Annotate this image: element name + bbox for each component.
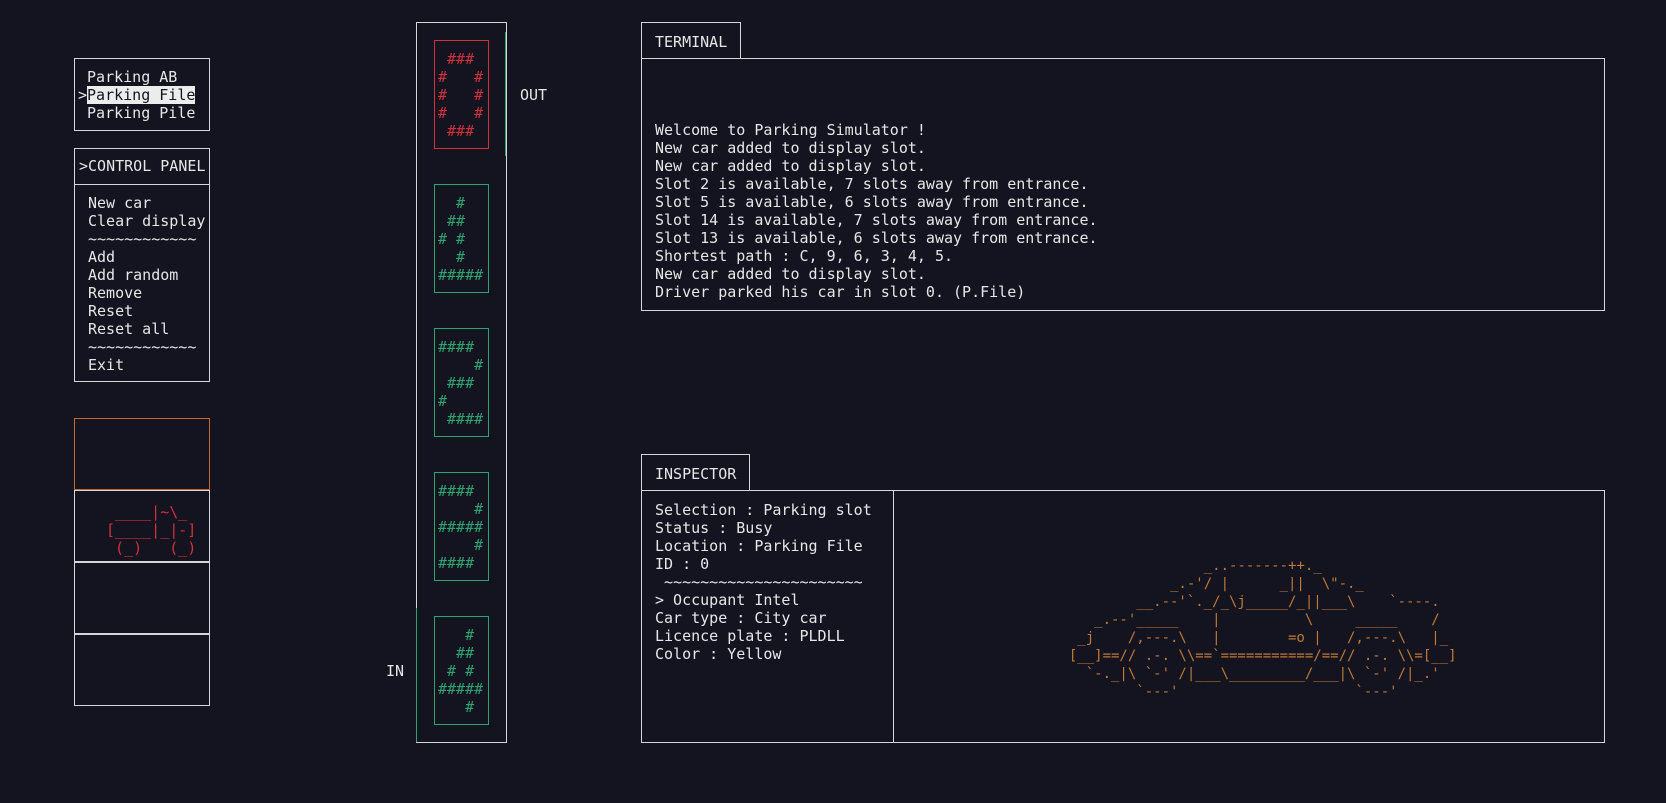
- entry-label: IN: [386, 662, 405, 680]
- inspector-line: Status : Busy: [655, 519, 773, 537]
- terminal-line: New car added to display slot.: [655, 265, 926, 283]
- terminal-line: Slot 5 is available, 6 slots away from e…: [655, 193, 1089, 211]
- inspector-line: Selection : Parking slot: [655, 501, 872, 519]
- new-car-button[interactable]: New car: [88, 194, 209, 212]
- inspector-line: Car type : City car: [655, 609, 827, 627]
- selection-marker: >: [78, 86, 88, 104]
- inspector-separator: ~~~~~~~~~~~~~~~~~~~~~~: [655, 573, 863, 591]
- reset-all-button[interactable]: Reset all: [88, 320, 209, 338]
- terminal-tab[interactable]: TERMINAL: [641, 22, 741, 59]
- inspector-tab[interactable]: INSPECTOR: [641, 454, 750, 491]
- slot-number: #### # ### # ####: [438, 338, 484, 428]
- display-slot[interactable]: [74, 634, 210, 706]
- exit-lane-marker: [505, 32, 506, 156]
- menu-separator: ~~~~~~~~~~~~: [88, 338, 197, 356]
- inspector-line: Location : Parking File: [655, 537, 863, 555]
- control-panel-title: >CONTROL PANEL: [75, 149, 209, 185]
- reset-button[interactable]: Reset: [88, 302, 209, 320]
- add-button[interactable]: Add: [88, 248, 209, 266]
- menu-item-parking-file[interactable]: >Parking File: [78, 86, 209, 104]
- parking-slot[interactable]: ### # # # # # # ###: [434, 40, 489, 149]
- parking-slot[interactable]: # ## # # # #####: [434, 184, 489, 293]
- terminal-line: Welcome to Parking Simulator !: [655, 121, 926, 139]
- terminal-line: New car added to display slot.: [655, 157, 926, 175]
- inspector-line: ID : 0: [655, 555, 710, 573]
- inspector-line: > Occupant Intel: [655, 591, 800, 609]
- menu-item-label: Parking Pile: [87, 104, 196, 122]
- exit-label: OUT: [520, 86, 548, 104]
- remove-button[interactable]: Remove: [88, 284, 209, 302]
- parking-slot[interactable]: # ## # # ##### #: [434, 616, 489, 725]
- inspector-details: Selection : Parking slot Status : Busy L…: [642, 491, 894, 742]
- terminal-output: Welcome to Parking Simulator ! New car a…: [641, 58, 1605, 311]
- display-slot[interactable]: ____|~\_ [____|_|-] (_) (_): [74, 490, 210, 562]
- menu-item-label: Parking File: [87, 86, 196, 104]
- slot-number: # ## # # ##### #: [438, 626, 484, 716]
- slot-number: # ## # # # #####: [438, 194, 484, 284]
- control-panel: >CONTROL PANEL New car Clear display ~~~…: [74, 148, 210, 382]
- inspector-line: Color : Yellow: [655, 645, 782, 663]
- terminal-line: New car added to display slot.: [655, 139, 926, 157]
- slot-number: ### # # # # # # ###: [438, 50, 484, 140]
- exit-button[interactable]: Exit: [88, 356, 209, 374]
- menu-separator: ~~~~~~~~~~~~: [88, 230, 197, 248]
- display-slot[interactable]: [74, 418, 210, 490]
- terminal-line: Slot 2 is available, 7 slots away from e…: [655, 175, 1089, 193]
- car-ascii-art: ____|~\_ [____|_|-] (_) (_): [106, 503, 197, 557]
- menu-item-label: Parking AB: [87, 68, 178, 86]
- car-ascii-art: _..-------++._ _.-'/ | _|| \"-._ __.--'`…: [1068, 558, 1457, 700]
- terminal-line: Driver parked his car in slot 0. (P.File…: [655, 283, 1026, 301]
- clear-display-button[interactable]: Clear display: [88, 212, 209, 230]
- add-random-button[interactable]: Add random: [88, 266, 209, 284]
- parking-slot[interactable]: #### # ### # ####: [434, 328, 489, 437]
- parking-menu: Parking AB >Parking File Parking Pile: [74, 58, 210, 131]
- inspector-panel: Selection : Parking slot Status : Busy L…: [641, 490, 1605, 743]
- menu-item-parking-ab[interactable]: Parking AB: [78, 68, 209, 86]
- slot-number: #### # ##### # ####: [438, 482, 484, 572]
- parking-slot[interactable]: #### # ##### # ####: [434, 472, 489, 581]
- terminal-line: Shortest path : C, 9, 6, 3, 4, 5.: [655, 247, 954, 265]
- inspector-line: Licence plate : PLDLL: [655, 627, 845, 645]
- entry-lane-marker: [416, 608, 417, 742]
- terminal-line: Slot 14 is available, 7 slots away from …: [655, 211, 1098, 229]
- menu-item-parking-pile[interactable]: Parking Pile: [78, 104, 209, 122]
- terminal-line: Slot 13 is available, 6 slots away from …: [655, 229, 1098, 247]
- display-slot[interactable]: [74, 562, 210, 634]
